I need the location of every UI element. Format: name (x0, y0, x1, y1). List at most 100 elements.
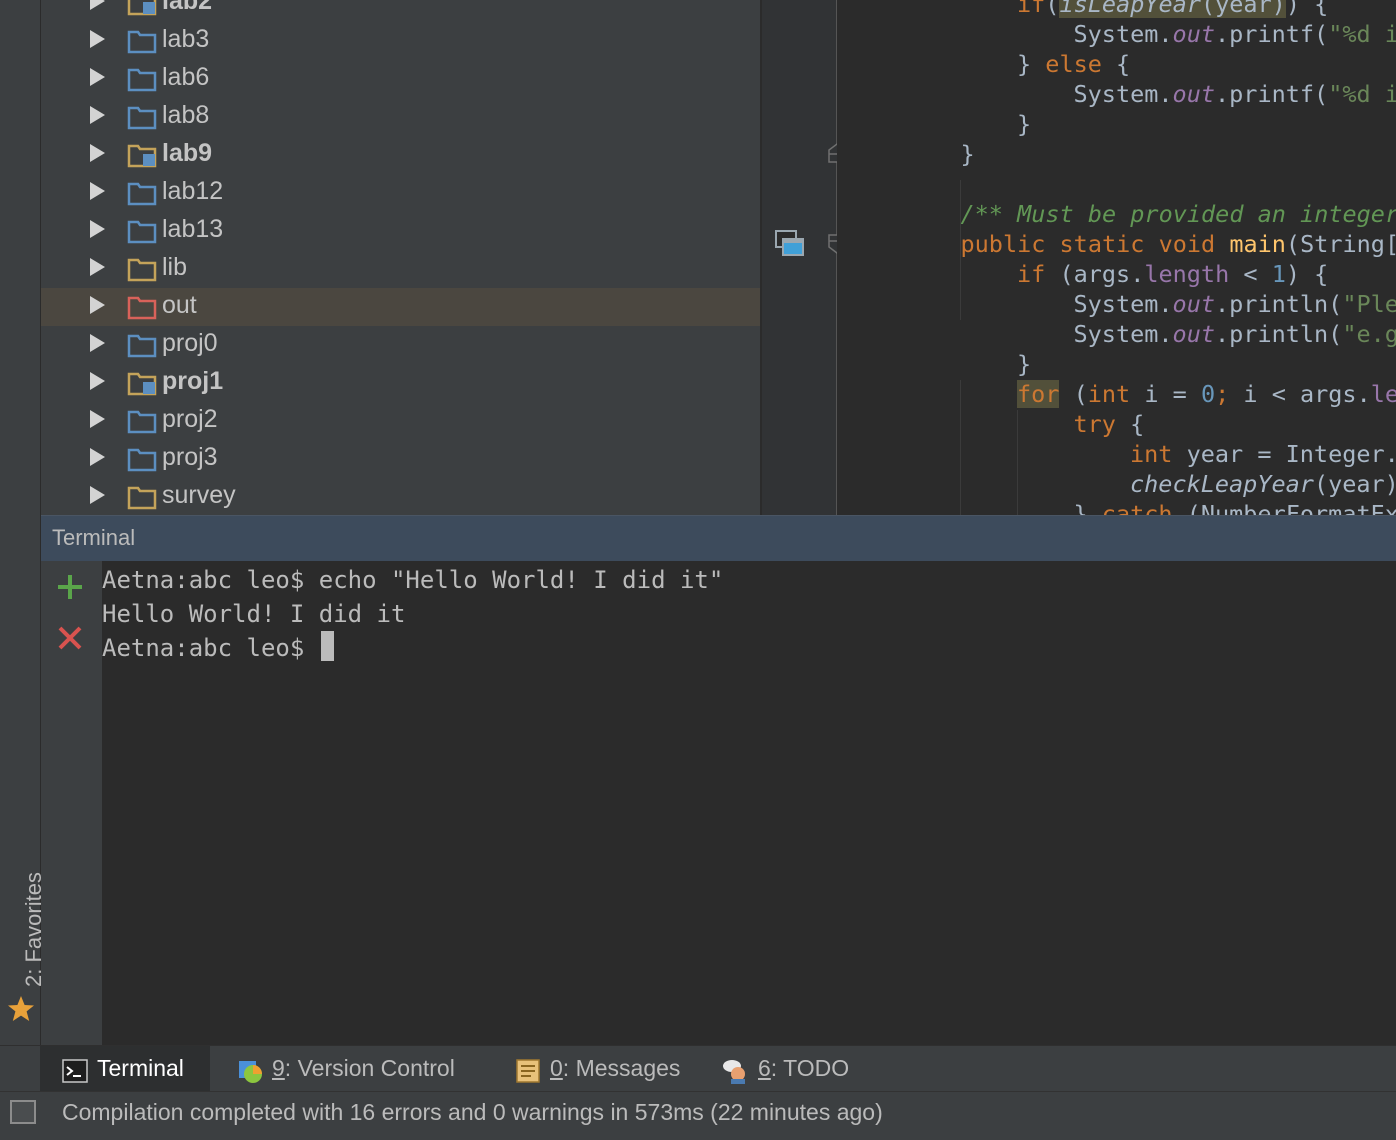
expand-arrow-icon[interactable] (90, 448, 105, 466)
tree-item-label: lab13 (162, 215, 224, 243)
code-token: < (1229, 260, 1272, 288)
terminal-prompt[interactable]: Aetna:abc leo$ (102, 631, 334, 665)
tree-item-label: lab3 (162, 25, 210, 53)
tool-windows-toggle-icon[interactable] (10, 1100, 36, 1124)
expand-arrow-icon[interactable] (90, 220, 105, 238)
terminal-header[interactable]: Terminal (41, 515, 1396, 561)
module-folder-icon (127, 0, 157, 16)
folder-icon (127, 258, 157, 282)
code-token: if (1017, 260, 1060, 288)
expand-arrow-icon[interactable] (90, 334, 105, 352)
code-token: System. (1073, 320, 1173, 348)
status-message[interactable]: Compilation completed with 16 errors and… (62, 1099, 883, 1126)
tree-item-label: lab2 (162, 0, 213, 15)
code-token: ( (1059, 380, 1088, 408)
code-line: for (int i = 0; i < args.length (1017, 379, 1396, 409)
expand-arrow-icon[interactable] (90, 258, 105, 276)
code-token: } (1017, 50, 1046, 78)
code-line: System.out.println("e.g. jav (1074, 319, 1396, 349)
code-token: i < args. (1229, 380, 1371, 408)
tab-version-control[interactable]: 9: Version Control (228, 1046, 488, 1092)
tree-item-lab9[interactable]: lab9 (41, 136, 760, 174)
code-token: checkLeapYear (1130, 470, 1314, 498)
code-token: length (1144, 260, 1230, 288)
plus-icon[interactable] (57, 574, 83, 600)
tab-terminal[interactable]: Terminal (40, 1046, 210, 1092)
code-token: 1 (1271, 260, 1286, 288)
code-token: if (1017, 0, 1046, 18)
code-token: try (1073, 410, 1131, 438)
code-line: } (1017, 349, 1031, 379)
code-token: isLeapYear (1059, 0, 1201, 18)
code-token: { (1130, 410, 1145, 438)
tree-item-lab12[interactable]: lab12 (41, 174, 760, 212)
folder-icon (127, 448, 157, 472)
code-line: } else { (1017, 49, 1130, 79)
code-line: } catch (NumberFormatExcepti (1074, 499, 1396, 515)
tab-todo[interactable]: 6: TODO (712, 1046, 872, 1092)
expand-arrow-icon[interactable] (90, 486, 105, 504)
expand-arrow-icon[interactable] (90, 30, 105, 48)
expand-arrow-icon[interactable] (90, 296, 105, 314)
expand-arrow-icon[interactable] (90, 106, 105, 124)
tab-version-control-label: : Version Control (284, 1055, 455, 1081)
run-gutter-icon[interactable] (775, 229, 805, 259)
code-token: { (1101, 50, 1131, 78)
code-token: "Please e (1342, 290, 1396, 318)
expand-arrow-icon[interactable] (90, 410, 105, 428)
tree-item-out[interactable]: out (41, 288, 760, 326)
code-token: System. (1073, 80, 1173, 108)
code-token: (String[] args (1285, 230, 1396, 258)
code-line: System.out.println("Please e (1074, 289, 1396, 319)
code-editor[interactable]: if(isLeapYear(year)) {System.out.printf(… (837, 0, 1396, 515)
indent-guide (960, 180, 961, 320)
tree-item-proj0[interactable]: proj0 (41, 326, 760, 364)
indent-guide (960, 380, 961, 515)
tool-window-bar: Terminal 9: Version Control 0: Messages (0, 1045, 1396, 1092)
code-token: length (1370, 380, 1396, 408)
code-token: out (1172, 20, 1215, 48)
tree-item-proj3[interactable]: proj3 (41, 440, 760, 478)
code-token: 0 (1200, 380, 1216, 408)
tree-item-lib[interactable]: lib (41, 250, 760, 288)
code-token: (year) (1200, 0, 1286, 18)
tree-item-proj1[interactable]: proj1 (41, 364, 760, 402)
close-icon[interactable] (57, 625, 83, 651)
expand-arrow-icon[interactable] (90, 68, 105, 86)
folder-icon (127, 30, 157, 54)
tree-item-survey[interactable]: survey (41, 478, 760, 515)
terminal-line: Hello World! I did it (102, 600, 406, 628)
expand-arrow-icon[interactable] (90, 0, 105, 10)
tree-item-label: proj2 (162, 405, 218, 433)
tab-terminal-label: Terminal (97, 1055, 184, 1081)
folder-icon (127, 68, 157, 92)
code-line: /** Must be provided an integer as a (961, 199, 1396, 229)
expand-arrow-icon[interactable] (90, 182, 105, 200)
tree-item-lab2[interactable]: lab2 (41, 0, 760, 22)
code-token: i = (1144, 380, 1201, 408)
code-token: year = Integer. (1186, 440, 1396, 468)
code-line: public static void main(String[] args (961, 229, 1396, 259)
tab-messages[interactable]: 0: Messages (505, 1046, 695, 1092)
code-token: System. (1073, 290, 1173, 318)
terminal-output[interactable]: Aetna:abc leo$ echo "Hello World! I did … (102, 561, 1396, 1045)
module-folder-icon (127, 144, 157, 168)
code-token: out (1172, 290, 1215, 318)
expand-arrow-icon[interactable] (90, 372, 105, 390)
code-token: .println( (1215, 320, 1343, 348)
tree-item-label: proj3 (162, 443, 218, 471)
code-line: System.out.printf("%d is a (1074, 19, 1396, 49)
code-token: .printf( (1215, 20, 1329, 48)
code-token: for (1017, 380, 1060, 408)
code-token: (year) (1313, 470, 1396, 498)
tree-item-lab13[interactable]: lab13 (41, 212, 760, 250)
folder-icon (127, 106, 157, 130)
tree-item-label: lab12 (162, 177, 224, 205)
tree-item-lab3[interactable]: lab3 (41, 22, 760, 60)
tree-item-lab6[interactable]: lab6 (41, 60, 760, 98)
tree-item-lab8[interactable]: lab8 (41, 98, 760, 136)
code-line: checkLeapYear(year); (1130, 469, 1396, 499)
tree-item-proj2[interactable]: proj2 (41, 402, 760, 440)
expand-arrow-icon[interactable] (90, 144, 105, 162)
tab-version-control-number: 9 (272, 1055, 285, 1081)
